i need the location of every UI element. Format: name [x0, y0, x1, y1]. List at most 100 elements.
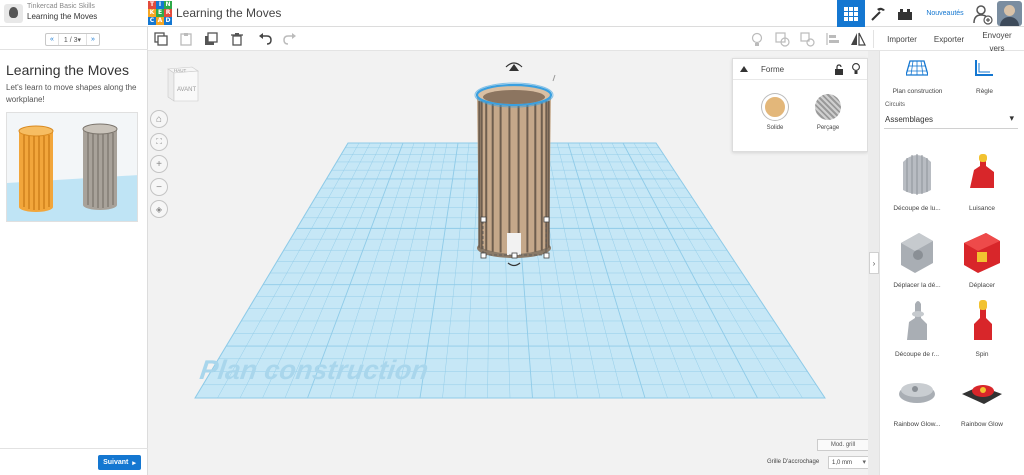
lesson-panel: « 1 / 3▾ » Learning the Moves Let's lear… [0, 27, 148, 475]
shape-item-rainbow-glow-cutout[interactable]: Rainbow Glow... [885, 364, 949, 439]
edit-grid-button[interactable]: Mod. grill [817, 439, 869, 451]
group-icon [774, 31, 790, 47]
home-view-button[interactable]: ⌂ [150, 110, 168, 128]
grid-view-icon [844, 6, 858, 21]
trash-icon [231, 33, 243, 46]
pager-next-button[interactable]: » [87, 34, 99, 45]
panel-toggle-button[interactable]: › [869, 252, 879, 274]
shape-item-label: Rainbow Glow [961, 421, 1003, 428]
shape-item-label: Découpe de r... [894, 351, 940, 358]
bricks-view-button[interactable] [891, 0, 919, 27]
shape-library-select[interactable]: Assemblages [885, 111, 1016, 127]
3d-design-view-button[interactable] [837, 0, 865, 27]
minus-icon: − [156, 181, 162, 193]
workplane-tool[interactable]: Plan construction [885, 57, 950, 95]
logo-letter: C [148, 17, 156, 25]
solid-label: Solide [766, 125, 784, 131]
tinkercad-logo[interactable]: TINKERCAD [148, 1, 172, 25]
logo-letter: K [148, 9, 156, 17]
solid-color-swatch[interactable] [762, 94, 788, 120]
cube-icon: ◈ [155, 204, 163, 214]
ruler-tool[interactable]: Règle [952, 57, 1017, 95]
whats-new-link[interactable]: Nouveautés [921, 0, 969, 27]
chevron-right-icon: ▸ [132, 459, 136, 467]
lightbulb-icon[interactable] [852, 63, 860, 75]
snap-grid-label: Grille D'accrochage [767, 459, 820, 465]
import-button[interactable]: Importer [880, 27, 924, 51]
shape-item-glow[interactable]: Luisance [950, 148, 1014, 223]
blocks-view-button[interactable] [864, 0, 892, 27]
snap-grid-select[interactable]: 1,0 mm [828, 456, 870, 469]
lift-handle [509, 64, 519, 71]
copy-icon [154, 32, 168, 46]
pager-page-select[interactable]: 1 / 3▾ [58, 34, 87, 45]
inspector-header: Forme [733, 59, 867, 80]
user-plus-icon [973, 5, 993, 25]
lesson-illustration [6, 112, 138, 222]
collapse-icon[interactable] [740, 66, 748, 72]
shape-item-label: Déplacer la dé... [893, 282, 941, 289]
group-button[interactable] [773, 30, 791, 48]
shape-item-label: Spin [975, 351, 989, 358]
hammer-pickaxe-icon [871, 7, 885, 21]
fit-view-button[interactable]: ⛶ [150, 133, 168, 151]
shape-thumbnail [974, 300, 992, 340]
workplane-tool-label: Plan construction [892, 88, 943, 95]
lesson-pager: « 1 / 3▾ » [45, 33, 100, 46]
cylinder-shape[interactable] [474, 62, 556, 267]
next-step-button[interactable]: Suivant ▸ [98, 455, 141, 470]
shape-thumbnail [970, 154, 994, 188]
shape-thumbnail [903, 154, 931, 195]
paste-button[interactable] [177, 30, 195, 48]
shape-item-rotate-cutout[interactable]: Découpe de r... [885, 294, 949, 369]
ungroup-button[interactable] [798, 30, 816, 48]
pager-prev-button[interactable]: « [46, 34, 58, 45]
fit-icon: ⛶ [156, 137, 162, 146]
shape-item-light-cutout[interactable]: Découpe de lu... [885, 148, 949, 223]
logo-letter: I [156, 1, 164, 9]
logo-letter: N [164, 1, 172, 9]
divider [0, 49, 148, 50]
add-user-button[interactable] [973, 3, 993, 25]
zoom-in-button[interactable]: + [150, 155, 168, 173]
shape-item-move-cutout[interactable]: Déplacer la dé... [885, 225, 949, 300]
duplicate-button[interactable] [202, 30, 220, 48]
projection-button[interactable]: ◈ [150, 200, 168, 218]
zoom-out-button[interactable]: − [150, 178, 168, 196]
design-title[interactable]: Learning the Moves [176, 6, 281, 20]
ruler-tool-label: Règle [976, 88, 993, 95]
mirror-icon [851, 32, 866, 46]
shape-item-move[interactable]: Déplacer [950, 225, 1014, 300]
align-button[interactable] [824, 30, 842, 48]
lesson-description: Let's learn to move shapes along the wor… [6, 83, 137, 104]
logo-letter: D [164, 17, 172, 25]
export-button[interactable]: Exporter [927, 27, 971, 51]
show-all-button[interactable] [748, 30, 766, 48]
delete-button[interactable] [228, 30, 246, 48]
shape-inspector: Forme Solide Perçage [732, 58, 868, 152]
divider [873, 30, 874, 48]
shape-item-label: Déplacer [968, 282, 995, 289]
undo-button[interactable] [256, 30, 274, 48]
shape-thumbnail [901, 233, 933, 273]
lock-icon[interactable] [835, 64, 843, 75]
copy-button[interactable] [152, 30, 170, 48]
top-bar: Tinkercad Basic Skills Learning the Move… [0, 0, 1024, 27]
inspector-title: Forme [761, 65, 785, 74]
mirror-button[interactable] [849, 30, 867, 48]
lesson-course-name: Tinkercad Basic Skills [27, 3, 95, 10]
lesson-heading: Learning the Moves [6, 62, 129, 78]
lightbulb-icon [751, 32, 763, 46]
divider [884, 128, 1018, 129]
shape-item-spin[interactable]: Spin [950, 294, 1014, 369]
hole-label: Perçage [816, 125, 840, 131]
user-avatar[interactable] [997, 1, 1022, 26]
logo-letter: T [148, 1, 156, 9]
shape-item-rainbow-glow[interactable]: Rainbow Glow [950, 364, 1014, 439]
lesson-name: Learning the Moves [27, 12, 98, 21]
workplane-icon [906, 60, 928, 76]
redo-button[interactable] [281, 30, 299, 48]
send-to-label-line1: Envoyer [982, 31, 1012, 40]
view-cube[interactable]: HAUT AVANT [166, 63, 200, 105]
hole-swatch[interactable] [815, 94, 841, 120]
